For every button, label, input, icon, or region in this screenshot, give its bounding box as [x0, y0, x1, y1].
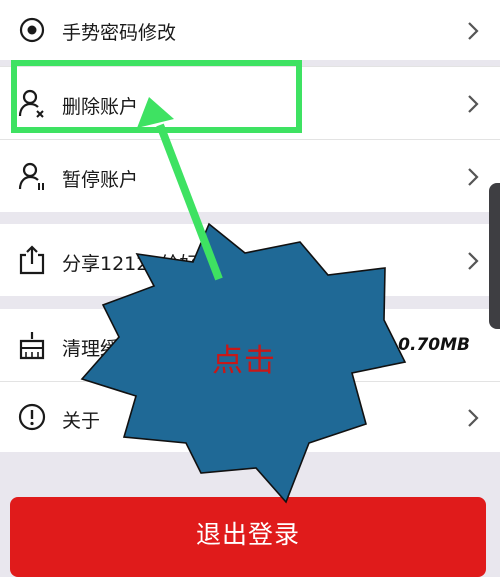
- click-annotation-text: 点击: [212, 343, 276, 379]
- menu-item-pause-account[interactable]: 暂停账户: [0, 140, 500, 212]
- chevron-right-icon: [468, 168, 479, 186]
- menu-item-share[interactable]: 分享12123给好友: [0, 224, 500, 296]
- menu-item-label: 手势密码修改: [62, 22, 177, 44]
- chevron-right-icon: [468, 252, 479, 270]
- logout-button[interactable]: 退出登录: [10, 497, 486, 577]
- chevron-right-icon: [468, 409, 479, 427]
- menu-item-about[interactable]: 关于: [0, 382, 500, 452]
- cache-size-value: 0.70MB: [398, 335, 470, 355]
- menu-item-label: 暂停账户: [62, 169, 139, 191]
- share-icon: [19, 245, 45, 275]
- chevron-right-icon: [468, 22, 479, 40]
- target-icon: [19, 17, 45, 43]
- logout-button-label: 退出登录: [195, 520, 300, 549]
- menu-item-gesture-password[interactable]: 手势密码修改: [0, 0, 500, 60]
- scrollbar[interactable]: [489, 183, 500, 329]
- broom-icon: [19, 332, 45, 360]
- menu-item-label: 分享12123给好友: [62, 253, 218, 275]
- menu-item-label: 清理缓存: [62, 338, 139, 360]
- info-icon: [18, 403, 46, 431]
- chevron-right-icon: [468, 95, 479, 113]
- menu-item-label: 关于: [62, 410, 101, 432]
- highlight-box: [11, 60, 302, 133]
- user-pause-icon: [18, 162, 44, 190]
